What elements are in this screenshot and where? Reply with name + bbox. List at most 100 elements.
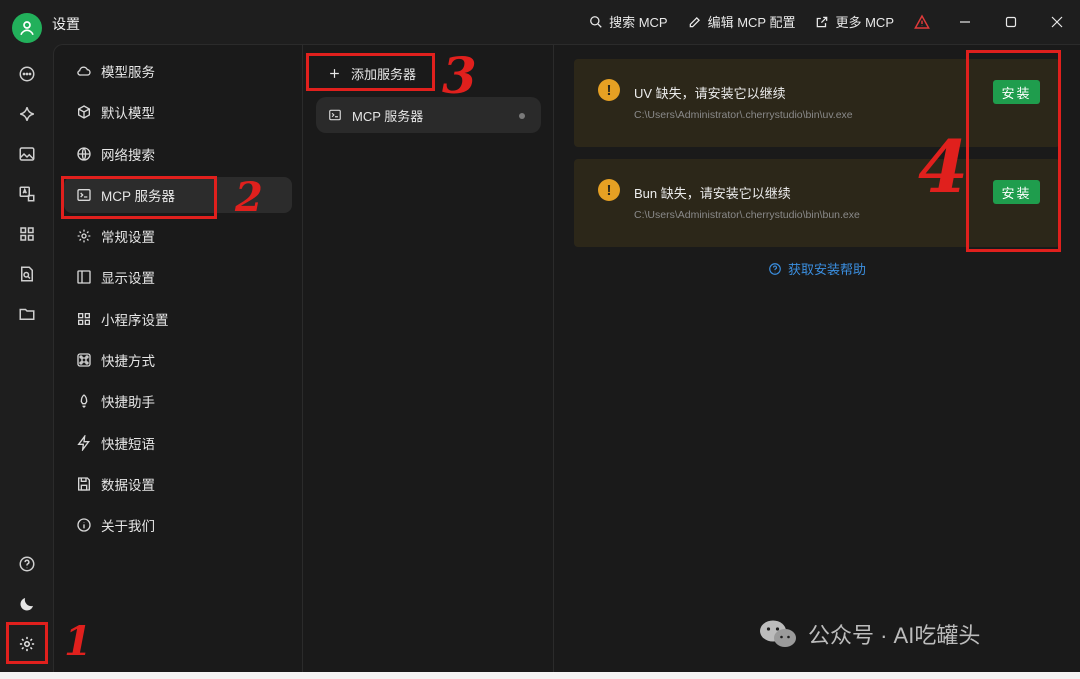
settings-icon [77,229,91,243]
more-mcp-label: 更多 MCP [835,15,894,30]
nav-label: 小程序设置 [101,312,169,328]
apps-icon [78,312,90,325]
nav-default-model[interactable]: 默认模型 [64,94,292,130]
window-controls [942,4,1080,40]
nav-about[interactable]: 关于我们 [64,507,292,543]
zap-icon [77,434,90,451]
rail-image-button[interactable] [9,136,45,172]
nav-label: 显示设置 [101,271,155,287]
annotation-number-1: 1 [64,618,92,665]
moon-icon [19,598,33,611]
cloud-icon [77,66,91,76]
search-mcp-label: 搜索 MCP [609,15,668,30]
info-icon [77,518,91,532]
watermark: 公众号 · AI吃罐头 [758,618,980,650]
left-rail [0,44,53,672]
more-mcp-button[interactable]: 更多 MCP [815,12,894,31]
help-link-label: 获取安装帮助 [787,262,866,277]
annotation-number-3: 3 [442,46,477,105]
nav-label: 网络搜索 [101,147,155,163]
rail-theme-button[interactable] [9,586,45,622]
search-mcp-button[interactable]: 搜索 MCP [589,12,668,31]
nav-label: 模型服务 [101,65,155,80]
file-search-icon [20,266,33,282]
alert-path: C:\Users\Administrator\.cherrystudio\bin… [634,109,853,121]
help-icon [769,262,781,275]
rail-files-button[interactable] [9,296,45,332]
alert-title: Bun 缺失，请安装它以继续 [634,186,791,201]
rail-chat-button[interactable] [9,56,45,92]
layout-icon [77,270,91,285]
warning-circle-icon: ! [598,79,620,101]
settings-nav: 模型服务 默认模型 网络搜索 MCP 服务器 常规设置 显示设置 小程序设置 快… [54,45,303,672]
nav-model-service[interactable]: 模型服务 [64,53,292,89]
wechat-icon [760,620,796,647]
rail-apps-button[interactable] [9,216,45,252]
search-icon [590,15,602,28]
edit-mcp-config-button[interactable]: 编辑 MCP 配置 [688,12,796,31]
nav-general-settings[interactable]: 常规设置 [64,218,292,254]
save-icon [78,477,90,491]
install-help-link[interactable]: 获取安装帮助 [574,259,1060,278]
command-icon [77,353,91,367]
minimize-icon [960,21,970,23]
rocket-icon [80,394,88,409]
nav-label: 关于我们 [101,519,155,535]
image-icon [19,147,34,161]
warning-triangle-icon[interactable] [914,13,930,30]
nav-quick-assistant[interactable]: 快捷助手 [64,383,292,419]
mcp-server-list: 添加服务器 MCP 服务器 [304,45,554,672]
edit-icon [689,16,700,27]
rail-knowledge-button[interactable] [9,256,45,292]
app-window: 设置 搜索 MCP 编辑 MCP 配置 更多 MCP 模型服务 默认模型 网络搜… [0,0,1080,672]
folder-icon [19,308,34,320]
maximize-button[interactable] [988,4,1034,40]
rail-translate-button[interactable] [9,176,45,212]
close-icon [1051,16,1063,28]
alert-path: C:\Users\Administrator\.cherrystudio\bin… [634,209,860,221]
nav-label: 常规设置 [101,230,155,246]
close-button[interactable] [1034,4,1080,40]
title-bar: 设置 搜索 MCP 编辑 MCP 配置 更多 MCP [0,0,1080,44]
nav-web-search[interactable]: 网络搜索 [64,136,292,172]
desktop-strip [0,672,1080,679]
annotation-box-settings [6,622,48,664]
annotation-box-mcp-nav [61,176,217,219]
nav-shortcuts[interactable]: 快捷方式 [64,342,292,378]
annotation-number-2: 2 [235,174,263,221]
server-status-dot [519,113,525,119]
annotation-box-install [966,50,1061,252]
nav-label: 默认模型 [101,106,155,122]
translate-icon [19,186,34,202]
rail-help-button[interactable] [9,546,45,582]
grid-icon [19,227,34,241]
globe-icon [77,146,91,161]
server-name: MCP 服务器 [352,108,424,124]
server-list-item[interactable]: MCP 服务器 [316,97,541,133]
nav-label: 快捷短语 [101,436,155,452]
maximize-icon [1005,16,1017,28]
warning-circle-icon: ! [598,179,620,201]
avatar[interactable] [12,13,42,43]
minimize-button[interactable] [942,4,988,40]
annotation-number-4: 4 [918,124,969,209]
alert-title: UV 缺失，请安装它以继续 [634,86,786,101]
chat-icon [19,66,34,82]
top-actions: 搜索 MCP 编辑 MCP 配置 更多 MCP [589,12,930,31]
nav-miniapp-settings[interactable]: 小程序设置 [64,301,292,337]
nav-display-settings[interactable]: 显示设置 [64,259,292,295]
nav-label: 数据设置 [101,477,155,493]
window-title: 设置 [52,16,80,32]
nav-quick-phrases[interactable]: 快捷短语 [64,425,292,461]
watermark-text: 公众号 · AI吃罐头 [808,623,981,648]
external-link-icon [817,16,828,27]
rail-assistant-button[interactable] [9,96,45,132]
nav-data-settings[interactable]: 数据设置 [64,466,292,502]
nav-label: 快捷助手 [101,395,155,411]
annotation-box-add-server [306,53,435,91]
sparkle-icon [19,107,34,121]
terminal-icon [329,109,341,121]
nav-label: 快捷方式 [101,354,155,370]
cube-icon [78,105,90,120]
edit-mcp-config-label: 编辑 MCP 配置 [707,15,796,30]
